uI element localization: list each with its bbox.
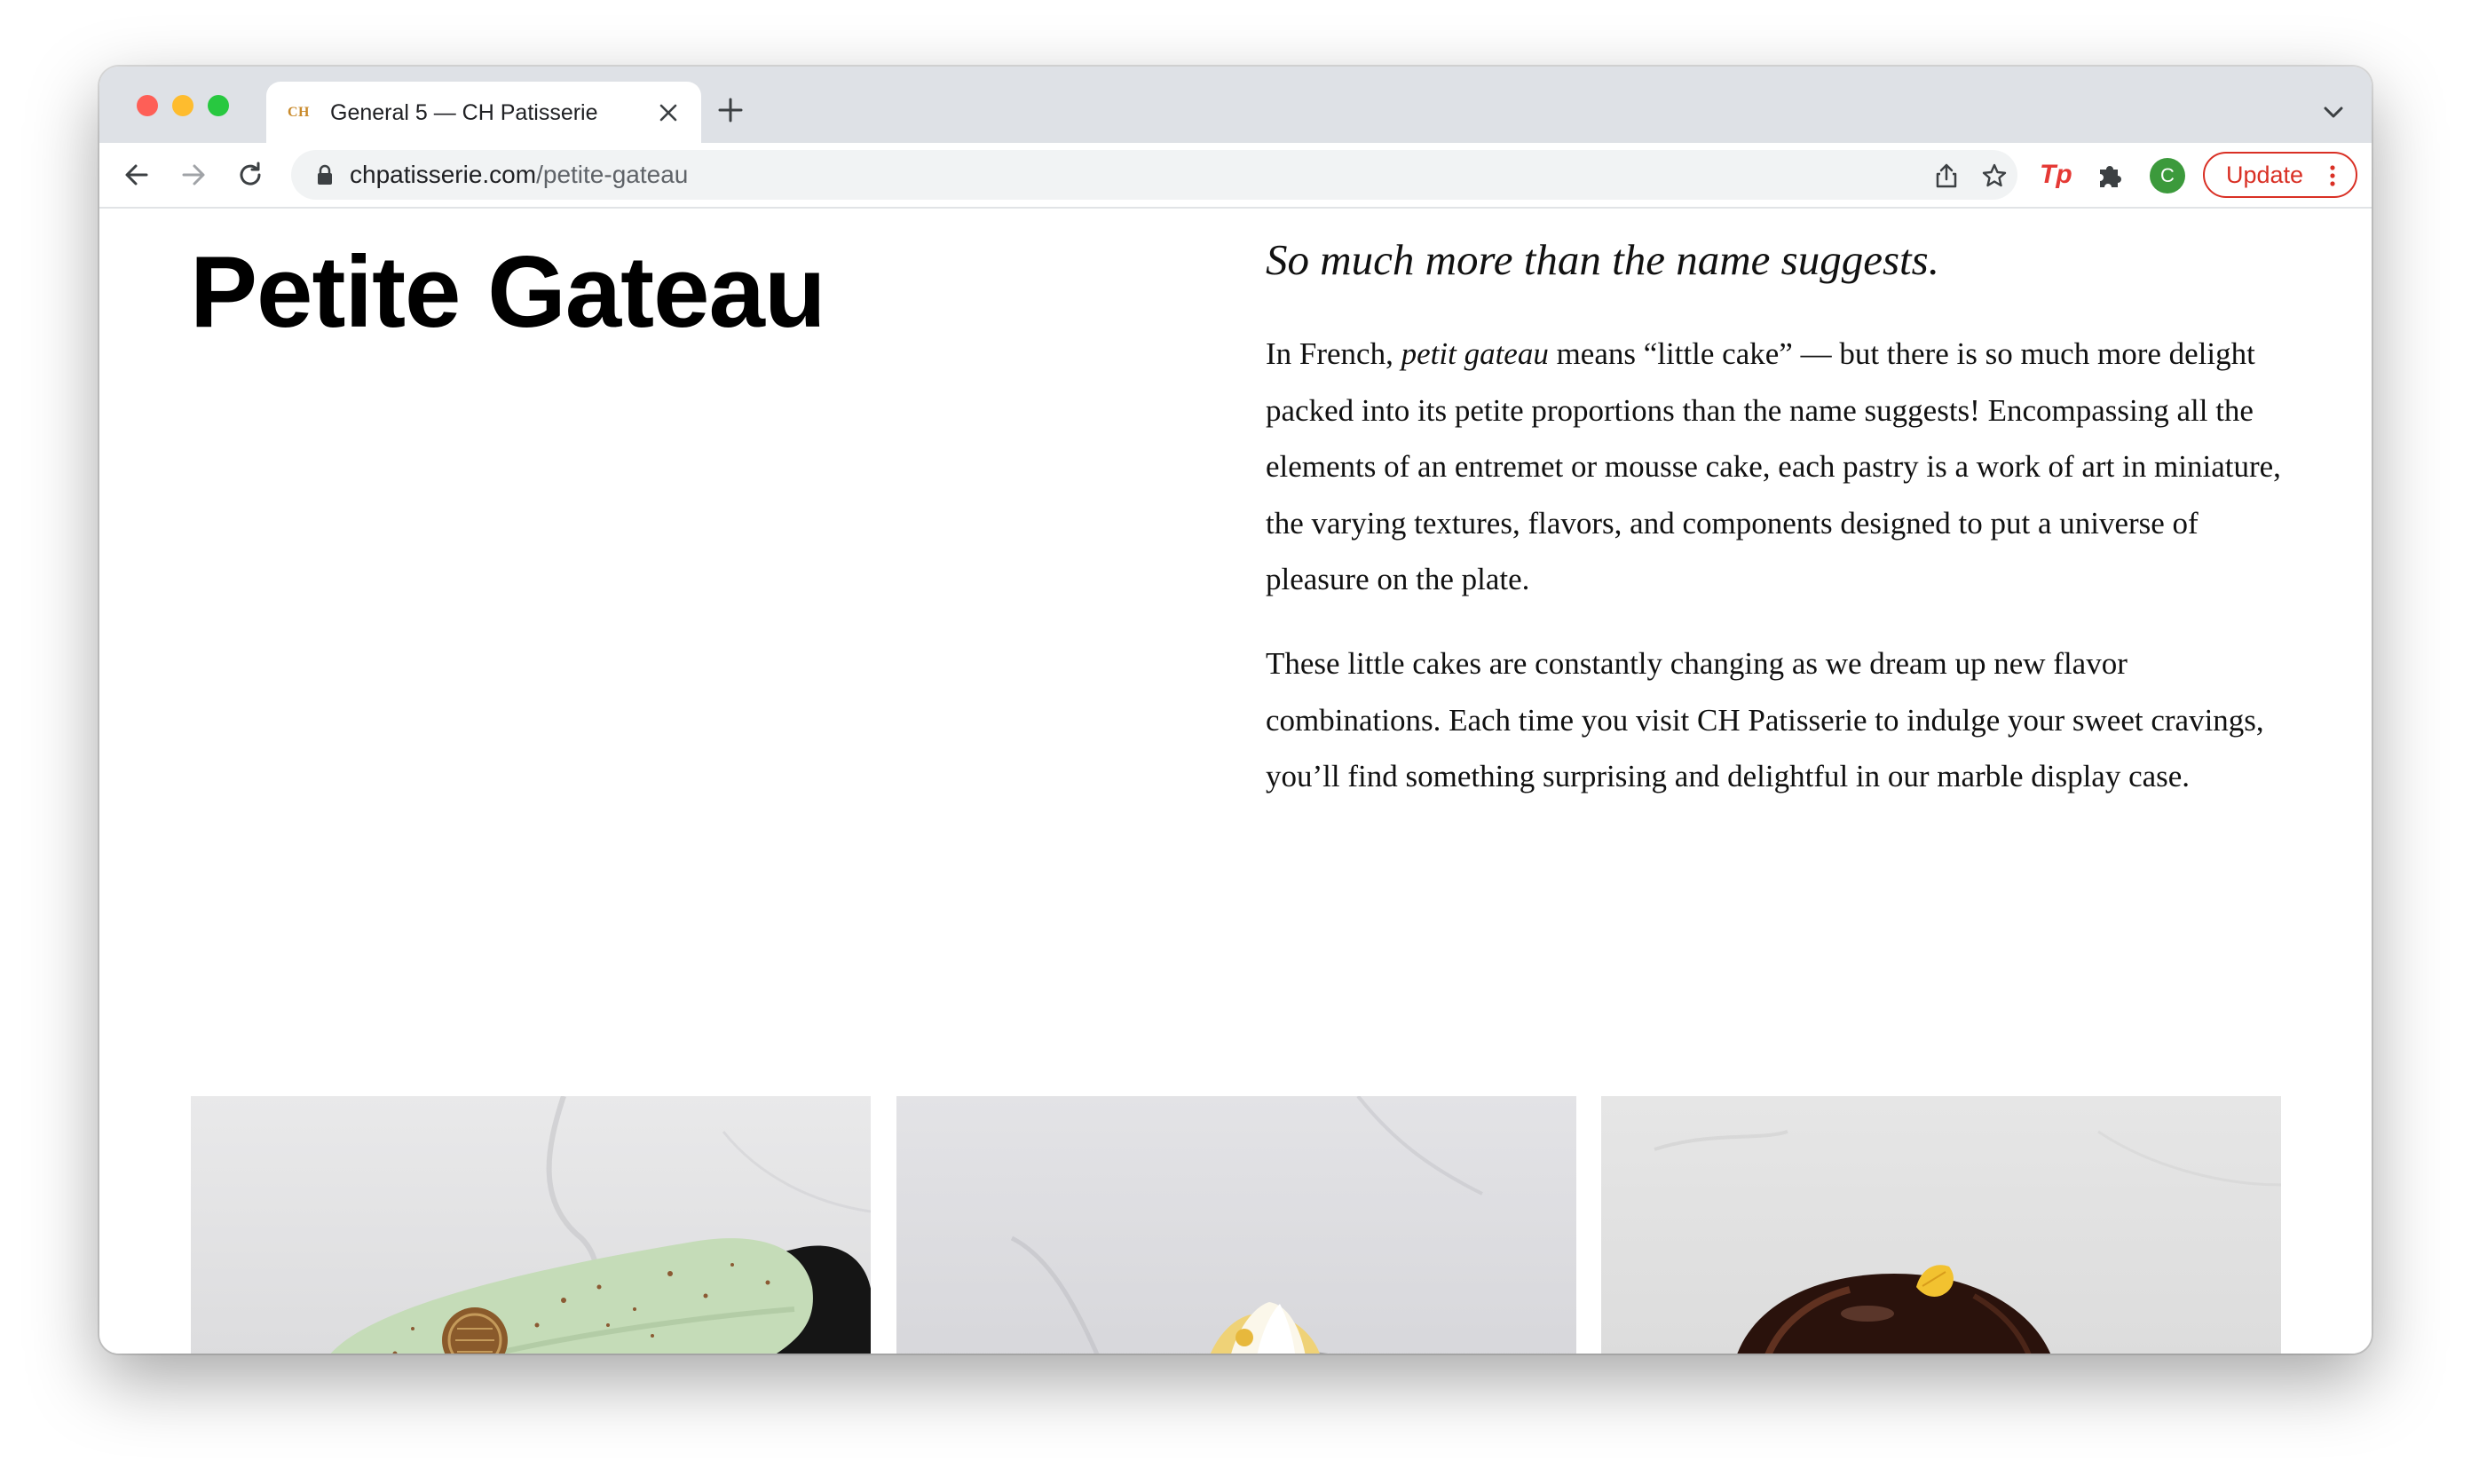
pistachio-eclair-image bbox=[330, 1096, 871, 1354]
close-window-button[interactable] bbox=[137, 95, 158, 116]
url-domain: chpatisserie.com bbox=[350, 161, 537, 188]
browser-toolbar: chpatisserie.com/petite-gateau Tp C Upda… bbox=[99, 143, 2372, 209]
page-content: Petite Gateau So much more than the name… bbox=[99, 209, 2372, 1354]
share-icon[interactable] bbox=[1933, 162, 1960, 189]
forward-arrow-icon[interactable] bbox=[178, 159, 209, 191]
page-title: Petite Gateau bbox=[190, 236, 826, 349]
zoom-window-button[interactable] bbox=[208, 95, 229, 116]
intro-paragraph: In French, petit gateau means “little ca… bbox=[1266, 326, 2295, 608]
tab-general-5[interactable]: CH General 5 — CH Patisserie bbox=[266, 82, 701, 143]
pastry-photo-pistachio-eclair[interactable] bbox=[191, 1096, 871, 1354]
update-button[interactable]: Update bbox=[2203, 152, 2357, 198]
lemon-meringue-image bbox=[1010, 1096, 1483, 1354]
intro-italic-term: petit gateau bbox=[1401, 336, 1549, 371]
close-icon[interactable] bbox=[657, 101, 680, 124]
second-paragraph: These little cakes are constantly changi… bbox=[1266, 646, 2264, 793]
profile-avatar[interactable]: C bbox=[2150, 158, 2185, 193]
update-label: Update bbox=[2226, 162, 2304, 188]
address-bar[interactable]: chpatisserie.com/petite-gateau bbox=[291, 150, 2017, 200]
chocolate-dome-image bbox=[1654, 1130, 2281, 1354]
browser-window: CH General 5 — CH Patisserie chpatisseri… bbox=[99, 67, 2372, 1354]
pastry-photo-lemon-meringue[interactable] bbox=[896, 1096, 1576, 1354]
extension-tp-icon[interactable]: Tp bbox=[2040, 161, 2075, 189]
url-text[interactable]: chpatisserie.com/petite-gateau bbox=[350, 161, 688, 189]
back-arrow-icon[interactable] bbox=[121, 159, 153, 191]
intro-text-rest: means “little cake” — but there is so mu… bbox=[1266, 336, 2281, 596]
reload-icon[interactable] bbox=[234, 159, 266, 191]
tab-bar: CH General 5 — CH Patisserie bbox=[99, 67, 2372, 143]
tab-title: General 5 — CH Patisserie bbox=[330, 100, 598, 125]
pastry-photo-chocolate-dome[interactable] bbox=[1601, 1096, 2281, 1354]
chevron-down-icon[interactable] bbox=[2322, 104, 2345, 120]
star-icon[interactable] bbox=[1981, 162, 2008, 189]
kebab-menu-icon[interactable] bbox=[2329, 165, 2336, 186]
url-path: /petite-gateau bbox=[536, 161, 689, 188]
minimize-window-button[interactable] bbox=[172, 95, 193, 116]
tagline: So much more than the name suggests. bbox=[1266, 235, 1939, 284]
site-favicon-icon: CH bbox=[288, 105, 310, 120]
puzzle-icon[interactable] bbox=[2095, 161, 2125, 191]
lock-icon[interactable] bbox=[316, 164, 334, 186]
plus-icon[interactable] bbox=[717, 97, 744, 123]
intro-text-start: In French, bbox=[1266, 336, 1401, 371]
